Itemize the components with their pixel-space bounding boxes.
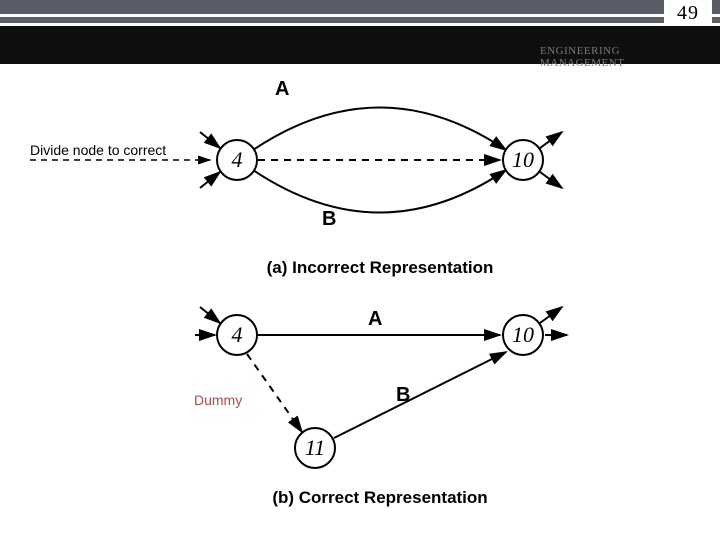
label-B-b: B bbox=[396, 384, 410, 407]
slide: 49 ENGINEERING MANAGEMENT bbox=[0, 0, 720, 540]
node-4-a-text: 4 bbox=[232, 147, 243, 173]
node-4-b-text: 4 bbox=[232, 322, 243, 348]
hint-divide-node: Divide node to correct bbox=[30, 142, 166, 158]
node-10-a: 10 bbox=[502, 139, 544, 181]
label-A-a: A bbox=[275, 78, 289, 101]
node-11-b-text: 11 bbox=[305, 435, 325, 461]
node-10-b-text: 10 bbox=[512, 322, 534, 348]
node-4-b: 4 bbox=[216, 314, 258, 356]
label-A-b: A bbox=[368, 308, 382, 331]
label-dummy: Dummy bbox=[194, 392, 242, 408]
node-11-b: 11 bbox=[294, 427, 336, 469]
connectors bbox=[0, 0, 720, 540]
node-4-a: 4 bbox=[216, 139, 258, 181]
node-10-a-text: 10 bbox=[512, 147, 534, 173]
label-B-a: B bbox=[322, 208, 336, 231]
node-10-b: 10 bbox=[502, 314, 544, 356]
